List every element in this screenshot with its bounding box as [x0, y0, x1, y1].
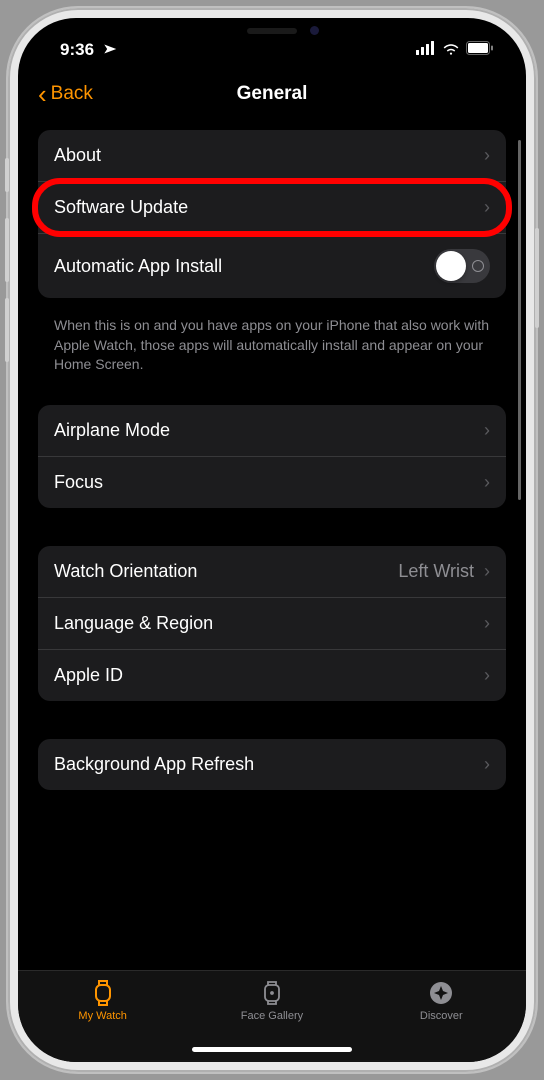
row-apple-id[interactable]: Apple ID › [38, 649, 506, 701]
back-button[interactable]: ‹ Back [38, 81, 93, 107]
location-icon [95, 38, 119, 62]
auto-install-label: Automatic App Install [54, 256, 434, 277]
phone-frame: 9:36 [8, 8, 536, 1072]
focus-label: Focus [54, 472, 484, 493]
row-focus[interactable]: Focus › [38, 456, 506, 508]
tab-face-gallery-label: Face Gallery [241, 1010, 303, 1022]
back-label: Back [51, 83, 93, 105]
back-chevron-icon: ‹ [38, 81, 47, 107]
nav-title: General [237, 83, 308, 105]
row-about[interactable]: About › [38, 130, 506, 181]
section-background: Background App Refresh › [38, 739, 506, 790]
chevron-right-icon: › [484, 420, 490, 441]
chevron-right-icon: › [484, 561, 490, 582]
chevron-right-icon: › [484, 613, 490, 634]
volume-down-button [5, 298, 9, 362]
content-scroll[interactable]: About › Software Update › Automatic App … [18, 120, 526, 970]
cellular-icon [416, 40, 436, 60]
compass-icon [427, 979, 455, 1007]
scroll-indicator [518, 140, 521, 500]
language-region-label: Language & Region [54, 613, 484, 634]
chevron-right-icon: › [484, 145, 490, 166]
watch-face-icon [258, 979, 286, 1007]
battery-icon [466, 40, 494, 60]
background-app-refresh-label: Background App Refresh [54, 754, 484, 775]
row-background-app-refresh[interactable]: Background App Refresh › [38, 739, 506, 790]
row-automatic-app-install: Automatic App Install [38, 233, 506, 298]
apple-id-label: Apple ID [54, 665, 484, 686]
power-button [535, 228, 539, 328]
status-time: 9:36 [60, 40, 94, 60]
volume-up-button [5, 218, 9, 282]
chevron-right-icon: › [484, 754, 490, 775]
wifi-icon [442, 40, 460, 60]
chevron-right-icon: › [484, 472, 490, 493]
toggle-knob [436, 251, 466, 281]
watch-orientation-value: Left Wrist [398, 561, 474, 582]
toggle-off-indicator [472, 260, 484, 272]
notch [167, 18, 377, 50]
tab-discover-label: Discover [420, 1010, 463, 1022]
auto-install-footer: When this is on and you have apps on you… [38, 306, 506, 375]
watch-orientation-label: Watch Orientation [54, 561, 398, 582]
row-language-region[interactable]: Language & Region › [38, 597, 506, 649]
section-device: Watch Orientation Left Wrist › Language … [38, 546, 506, 701]
software-update-label: Software Update [54, 197, 484, 218]
home-indicator[interactable] [192, 1047, 352, 1052]
watch-icon [89, 979, 117, 1007]
about-label: About [54, 145, 484, 166]
nav-bar: ‹ Back General [18, 68, 526, 120]
row-watch-orientation[interactable]: Watch Orientation Left Wrist › [38, 546, 506, 597]
row-software-update[interactable]: Software Update › [38, 181, 506, 233]
airplane-mode-label: Airplane Mode [54, 420, 484, 441]
auto-install-toggle[interactable] [434, 249, 490, 283]
screen: 9:36 [18, 18, 526, 1062]
chevron-right-icon: › [484, 197, 490, 218]
row-airplane-mode[interactable]: Airplane Mode › [38, 405, 506, 456]
tab-discover[interactable]: Discover [381, 979, 501, 1062]
tab-my-watch-label: My Watch [78, 1010, 127, 1022]
section-general: About › Software Update › Automatic App … [38, 130, 506, 298]
section-connectivity: Airplane Mode › Focus › [38, 405, 506, 508]
chevron-right-icon: › [484, 665, 490, 686]
mute-switch [5, 158, 9, 192]
tab-my-watch[interactable]: My Watch [43, 979, 163, 1062]
